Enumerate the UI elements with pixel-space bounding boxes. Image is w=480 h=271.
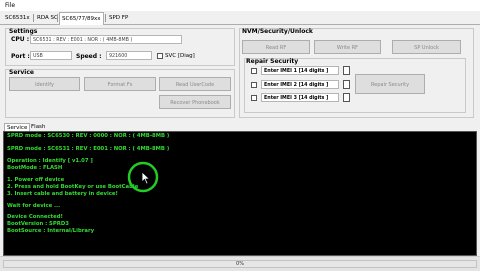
imei2-checkbox[interactable] (251, 82, 257, 88)
sp-unlock-button[interactable]: SP Unlock (392, 40, 461, 54)
imei3-input[interactable]: Enter IMEI 3 [14 digits ] (261, 93, 339, 102)
log-line: SPRD mode : SC6531 : REV : E001 : NOR : … (7, 146, 170, 152)
recover-phonebook-button[interactable]: Recover Phonebook (159, 95, 231, 109)
speed-select[interactable]: 921600 (106, 51, 152, 60)
log-line: 2. Press and hold BootKey or use BootCab… (7, 184, 139, 190)
tab-spd-fp[interactable]: SPD FP (107, 13, 130, 23)
menu-file[interactable]: File (5, 2, 15, 9)
log-line: SPRD mode : SC6530 : REV : 0000 : NOR : … (7, 133, 170, 139)
log-line: Device Connected! (7, 214, 63, 220)
port-label: Port : (11, 53, 30, 60)
read-rf-button[interactable]: Read RF (242, 40, 310, 54)
log-line: Wait for device ... (7, 203, 61, 209)
log-line: BootSource : Internal/Library (7, 228, 95, 234)
cpu-select[interactable]: SC6531 : REV : E001 : NOR : ( 4MB-8MB ) (30, 35, 182, 44)
status-bar: 0% (0, 256, 480, 271)
settings-title: Settings (9, 28, 38, 35)
imei1-checkbox[interactable] (251, 68, 257, 74)
imei3-slot-box[interactable] (343, 93, 350, 102)
imei1-input[interactable]: Enter IMEI 1 [14 digits ] (261, 66, 339, 75)
log-line: 1. Power off device (7, 177, 65, 183)
imei2-slot-box[interactable] (343, 80, 350, 89)
imei3-checkbox[interactable] (251, 95, 257, 101)
settings-panel (5, 28, 235, 66)
log-line: BootMode : FLASH (7, 165, 63, 171)
tab-sc65-77-89xx[interactable]: SC65/77/89xx (59, 12, 104, 25)
write-rf-button[interactable]: Write RF (314, 40, 381, 54)
format-fs-button[interactable]: Format Fs (84, 77, 156, 91)
tab-divider (33, 14, 34, 22)
progress-text: 0% (236, 261, 244, 267)
tab-strip: SC6531x RDA SC SC65/77/89xx SPD FP (0, 11, 480, 25)
cpu-label: CPU : (11, 36, 30, 43)
tab-divider (105, 14, 106, 22)
console-log[interactable]: SPRD mode : SC6530 : REV : 0000 : NOR : … (3, 131, 477, 256)
tab-divider (57, 14, 58, 22)
log-line: 3. Insert cable and battery in device! (7, 191, 118, 197)
tab-flash[interactable]: Flash (31, 123, 45, 131)
read-usercode-button[interactable]: Read UserCode (159, 77, 231, 91)
svc-diag-label: SVC [Diag] (165, 53, 195, 59)
repair-security-button[interactable]: Repair Security (355, 74, 425, 94)
log-line: Operation : Identify [ v1.07 ] (7, 158, 93, 164)
service-title: Service (9, 69, 34, 76)
nvm-title: NVM/Security/Unlock (242, 28, 313, 35)
repair-security-title: Repair Security (246, 58, 299, 65)
mouse-pointer-icon (141, 171, 151, 185)
identify-button[interactable]: Identify (9, 77, 80, 91)
speed-label: Speed : (76, 53, 102, 60)
svc-diag-checkbox[interactable] (157, 53, 163, 59)
imei2-input[interactable]: Enter IMEI 2 [14 digits ] (261, 80, 339, 89)
log-line: BootVersion : SPRD3 (7, 221, 69, 227)
port-select[interactable]: USB (30, 51, 72, 60)
tab-sc6531x[interactable]: SC6531x (3, 13, 32, 23)
imei1-slot-box[interactable] (343, 66, 350, 75)
